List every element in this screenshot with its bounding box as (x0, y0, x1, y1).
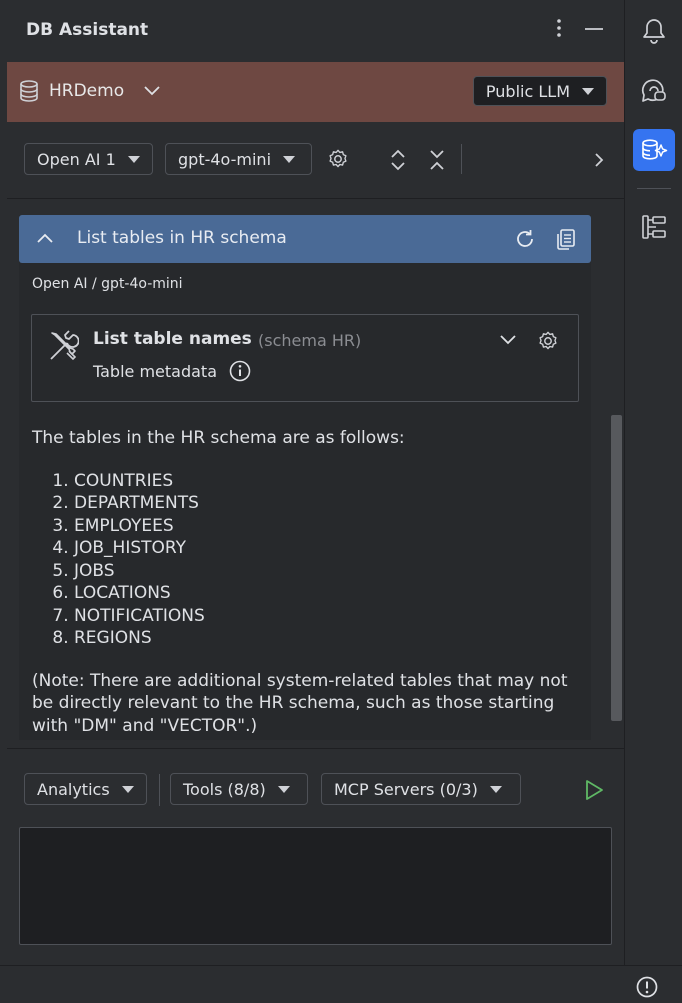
toolbar-separator (461, 144, 462, 174)
copy-icon[interactable] (556, 228, 576, 250)
connection-selector[interactable]: HRDemo (19, 80, 160, 102)
divider (7, 198, 624, 199)
provider-label: Open AI 1 (37, 149, 116, 169)
chat-conversation: List tables in HR schema Open AI / gpt-4… (19, 215, 591, 740)
tool-schema: (schema HR) (258, 331, 362, 350)
toolbar-separator (159, 774, 160, 806)
ai-chat-icon[interactable] (633, 70, 675, 112)
run-icon[interactable] (584, 779, 604, 801)
gear-icon[interactable] (537, 330, 559, 352)
chat-title: List tables in HR schema (77, 228, 287, 248)
prompt-input[interactable] (19, 827, 612, 945)
panel-title: DB Assistant (26, 20, 149, 40)
caret-down-icon (582, 87, 594, 95)
gear-icon[interactable] (327, 148, 349, 170)
analytics-dropdown[interactable]: Analytics (24, 773, 147, 805)
list-item: JOB_HISTORY (74, 537, 582, 560)
chevron-up-icon[interactable] (37, 233, 53, 243)
tool-name: List table names (93, 329, 252, 349)
caret-down-icon (121, 785, 134, 793)
caret-down-icon (127, 155, 140, 163)
chat-scrollbar[interactable] (611, 415, 622, 721)
divider (7, 748, 624, 749)
db-assistant-panel: DB Assistant HRDemo Public LLM Open AI 1… (0, 0, 624, 965)
answer-intro: The tables in the HR schema are as follo… (32, 428, 405, 448)
chevron-right-icon[interactable] (594, 152, 604, 168)
answer-note: (Note: There are additional system-relat… (32, 670, 568, 736)
bell-icon[interactable] (633, 10, 675, 52)
info-icon[interactable] (229, 360, 251, 382)
table-list: COUNTRIES DEPARTMENTS EMPLOYEES JOB_HIST… (32, 470, 582, 650)
prompt-toolbar: Analytics Tools (8/8) MCP Servers (0/3) (0, 772, 624, 808)
structure-icon[interactable] (633, 206, 675, 248)
expand-all-icon[interactable] (389, 148, 407, 172)
list-item: REGIONS (74, 627, 582, 650)
chevron-down-icon[interactable] (500, 335, 516, 345)
tools-icon (47, 329, 79, 363)
llm-mode-label: Public LLM (485, 81, 570, 101)
db-assistant-icon[interactable] (633, 129, 675, 171)
sidebar-divider (637, 188, 671, 189)
list-item: JOBS (74, 560, 582, 583)
chevron-down-icon (144, 86, 160, 96)
connection-bar: HRDemo Public LLM (7, 62, 624, 122)
mcp-servers-dropdown[interactable]: MCP Servers (0/3) (321, 773, 521, 805)
assistant-answer: The tables in the HR schema are as follo… (32, 427, 582, 737)
database-icon (19, 80, 39, 102)
caret-down-icon (489, 785, 502, 793)
tools-label: Tools (8/8) (183, 779, 266, 799)
minimize-icon[interactable] (584, 18, 604, 38)
model-toolbar: Open AI 1 gpt-4o-mini (0, 130, 624, 190)
list-item: DEPARTMENTS (74, 492, 582, 515)
list-item: EMPLOYEES (74, 515, 582, 538)
list-item: LOCATIONS (74, 582, 582, 605)
title-actions (556, 18, 604, 38)
tool-description: Table metadata (93, 360, 251, 382)
provider-model-label: Open AI / gpt-4o-mini (32, 276, 183, 292)
llm-mode-dropdown[interactable]: Public LLM (472, 76, 607, 106)
tool-call-card: List table names (schema HR) Table metad… (31, 314, 579, 402)
model-label: gpt-4o-mini (178, 149, 272, 169)
list-item: COUNTRIES (74, 470, 582, 493)
analytics-label: Analytics (37, 779, 110, 799)
refresh-icon[interactable] (514, 228, 536, 250)
list-item: NOTIFICATIONS (74, 605, 582, 628)
more-vertical-icon[interactable] (556, 18, 562, 38)
collapse-all-icon[interactable] (428, 148, 446, 172)
caret-down-icon (277, 785, 290, 793)
right-tool-strip (624, 0, 682, 965)
chat-header[interactable]: List tables in HR schema (19, 215, 591, 263)
connection-name: HRDemo (49, 81, 125, 101)
status-bar (0, 965, 682, 1003)
mcp-servers-label: MCP Servers (0/3) (334, 779, 478, 799)
provider-dropdown[interactable]: Open AI 1 (24, 143, 153, 175)
model-dropdown[interactable]: gpt-4o-mini (165, 143, 312, 175)
tools-dropdown[interactable]: Tools (8/8) (170, 773, 308, 805)
tool-description-label: Table metadata (93, 361, 218, 381)
caret-down-icon (283, 155, 296, 163)
warning-icon[interactable] (636, 976, 658, 998)
